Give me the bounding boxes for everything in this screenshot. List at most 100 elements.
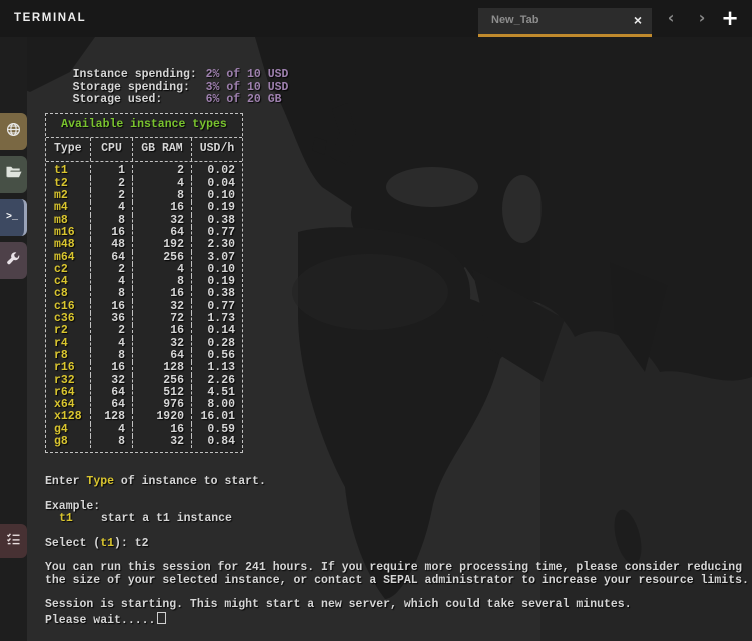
header-cpu: CPU [91,138,133,161]
cell-type: x128 [46,411,91,423]
instance-table: Available instance types Type CPU GB RAM… [45,113,243,453]
cell-type: c2 [46,264,91,276]
type-keyword: Type [86,475,114,488]
storage-spending-value: 3% of 10 USD [206,81,289,94]
terminal-cursor [157,612,166,624]
select-post-text: ): [114,537,135,550]
tab-new-tab[interactable]: New_Tab × [478,8,652,37]
prev-tab-button[interactable]: ‹ [660,8,682,28]
title-bar: TERMINAL New_Tab × ‹ › + [0,0,752,37]
select-input-value[interactable]: t2 [135,537,149,550]
enter-pre-text: Enter [45,475,86,488]
cell-ram: 16 [133,288,192,300]
sidebar-item-globe[interactable] [0,113,27,150]
cell-ram: 256 [133,252,192,264]
cell-usd: 0.19 [192,202,242,214]
instance-table-row: m48 48 192 2.30 [46,239,242,251]
terminal-prompt-icon: >_ [6,212,18,223]
storage-used-value: 6% of 20 GB [206,93,282,106]
close-tab-icon[interactable]: × [634,12,642,28]
please-wait-line: Please wait..... [45,612,747,624]
add-tab-button[interactable]: + [719,5,741,31]
cell-usd: 3.07 [192,252,242,264]
cell-type: r16 [46,362,91,374]
please-wait-text: Please wait..... [45,614,155,627]
cell-ram: 32 [133,436,192,448]
cell-type: c4 [46,276,91,288]
cell-cpu: 48 [91,239,133,251]
cell-cpu: 2 [91,325,133,337]
storage-used-label: Storage used: [73,94,206,106]
cell-type: t1 [46,165,91,177]
cell-cpu: 1 [91,165,133,177]
instance-table-header: Type CPU GB RAM USD/h [46,138,242,162]
cell-usd: 0.38 [192,288,242,300]
instance-spending-line: Instance spending:2% of 10 USD [45,57,747,69]
cell-cpu: 32 [91,375,133,387]
cell-type: c8 [46,288,91,300]
select-pre-text: Select ( [45,537,100,550]
cell-ram: 256 [133,375,192,387]
header-type: Type [46,138,91,161]
cell-type: m4 [46,202,91,214]
chevron-left-icon: ‹ [668,8,675,27]
cell-type: g8 [46,436,91,448]
chevron-right-icon: › [699,8,706,27]
cell-cpu: 36 [91,313,133,325]
sidebar-item-files[interactable] [0,156,27,193]
sidebar-item-tasks[interactable] [0,524,27,558]
plus-icon: + [721,6,739,30]
cell-cpu: 8 [91,288,133,300]
cell-usd: 0.14 [192,325,242,337]
terminal-output[interactable]: Instance spending:2% of 10 USD Storage s… [45,57,747,624]
cell-cpu: 16 [91,362,133,374]
session-starting-message: Session is starting. This might start a … [45,599,747,611]
instance-table-row: m4 4 16 0.19 [46,202,242,214]
instance-table-row: r32 32 256 2.26 [46,375,242,387]
limit-message-line1: You can run this session for 241 hours. … [45,562,747,574]
enter-type-line: Enter Type of instance to start. [45,476,747,488]
cell-cpu: 4 [91,276,133,288]
open-folder-icon [6,165,22,184]
cell-cpu: 4 [91,338,133,350]
cell-type: g4 [46,424,91,436]
select-default: t1 [100,537,114,550]
instance-spending-label: Instance spending: [73,69,206,81]
wrench-icon [6,251,21,271]
cell-usd: 0.02 [192,165,242,177]
sidebar-item-terminal[interactable]: >_ [0,199,27,236]
cell-ram: 16 [133,202,192,214]
cell-cpu: 8 [91,436,133,448]
next-tab-button[interactable]: › [691,8,713,28]
tab-label: New_Tab [491,14,538,26]
instance-table-row: t1 1 2 0.02 [46,165,242,177]
example-code: t1 [59,512,73,525]
instance-table-row: x128 128 1920 16.01 [46,411,242,423]
cell-type: m2 [46,190,91,202]
cell-type: t2 [46,178,91,190]
enter-post-text: of instance to start. [114,475,266,488]
header-ram: GB RAM [133,138,192,161]
sidebar-item-wrench[interactable] [0,242,27,279]
cell-ram: 16 [133,325,192,337]
cell-ram: 1920 [133,411,192,423]
limit-message-line2: the size of your selected instance, or c… [45,575,747,587]
select-prompt-line[interactable]: Select (t1): t2 [45,538,747,550]
cell-usd: 1.13 [192,362,242,374]
app-title: TERMINAL [14,12,86,24]
cell-usd: 2.26 [192,375,242,387]
header-usd: USD/h [192,138,242,161]
cell-cpu: 2 [91,190,133,202]
cell-usd: 2.30 [192,239,242,251]
cell-usd: 0.84 [192,436,242,448]
cell-ram: 2 [133,165,192,177]
cell-usd: 16.01 [192,411,242,423]
cell-cpu: 4 [91,202,133,214]
example-line: t1start a t1 instance [45,513,747,525]
cell-cpu: 64 [91,252,133,264]
instance-table-body: t1 1 2 0.02 t2 2 4 0.04 m2 2 8 0.10 m4 4… [46,162,242,452]
cell-type: r2 [46,325,91,337]
cell-type: r4 [46,338,91,350]
cell-ram: 192 [133,239,192,251]
cell-cpu: 2 [91,178,133,190]
